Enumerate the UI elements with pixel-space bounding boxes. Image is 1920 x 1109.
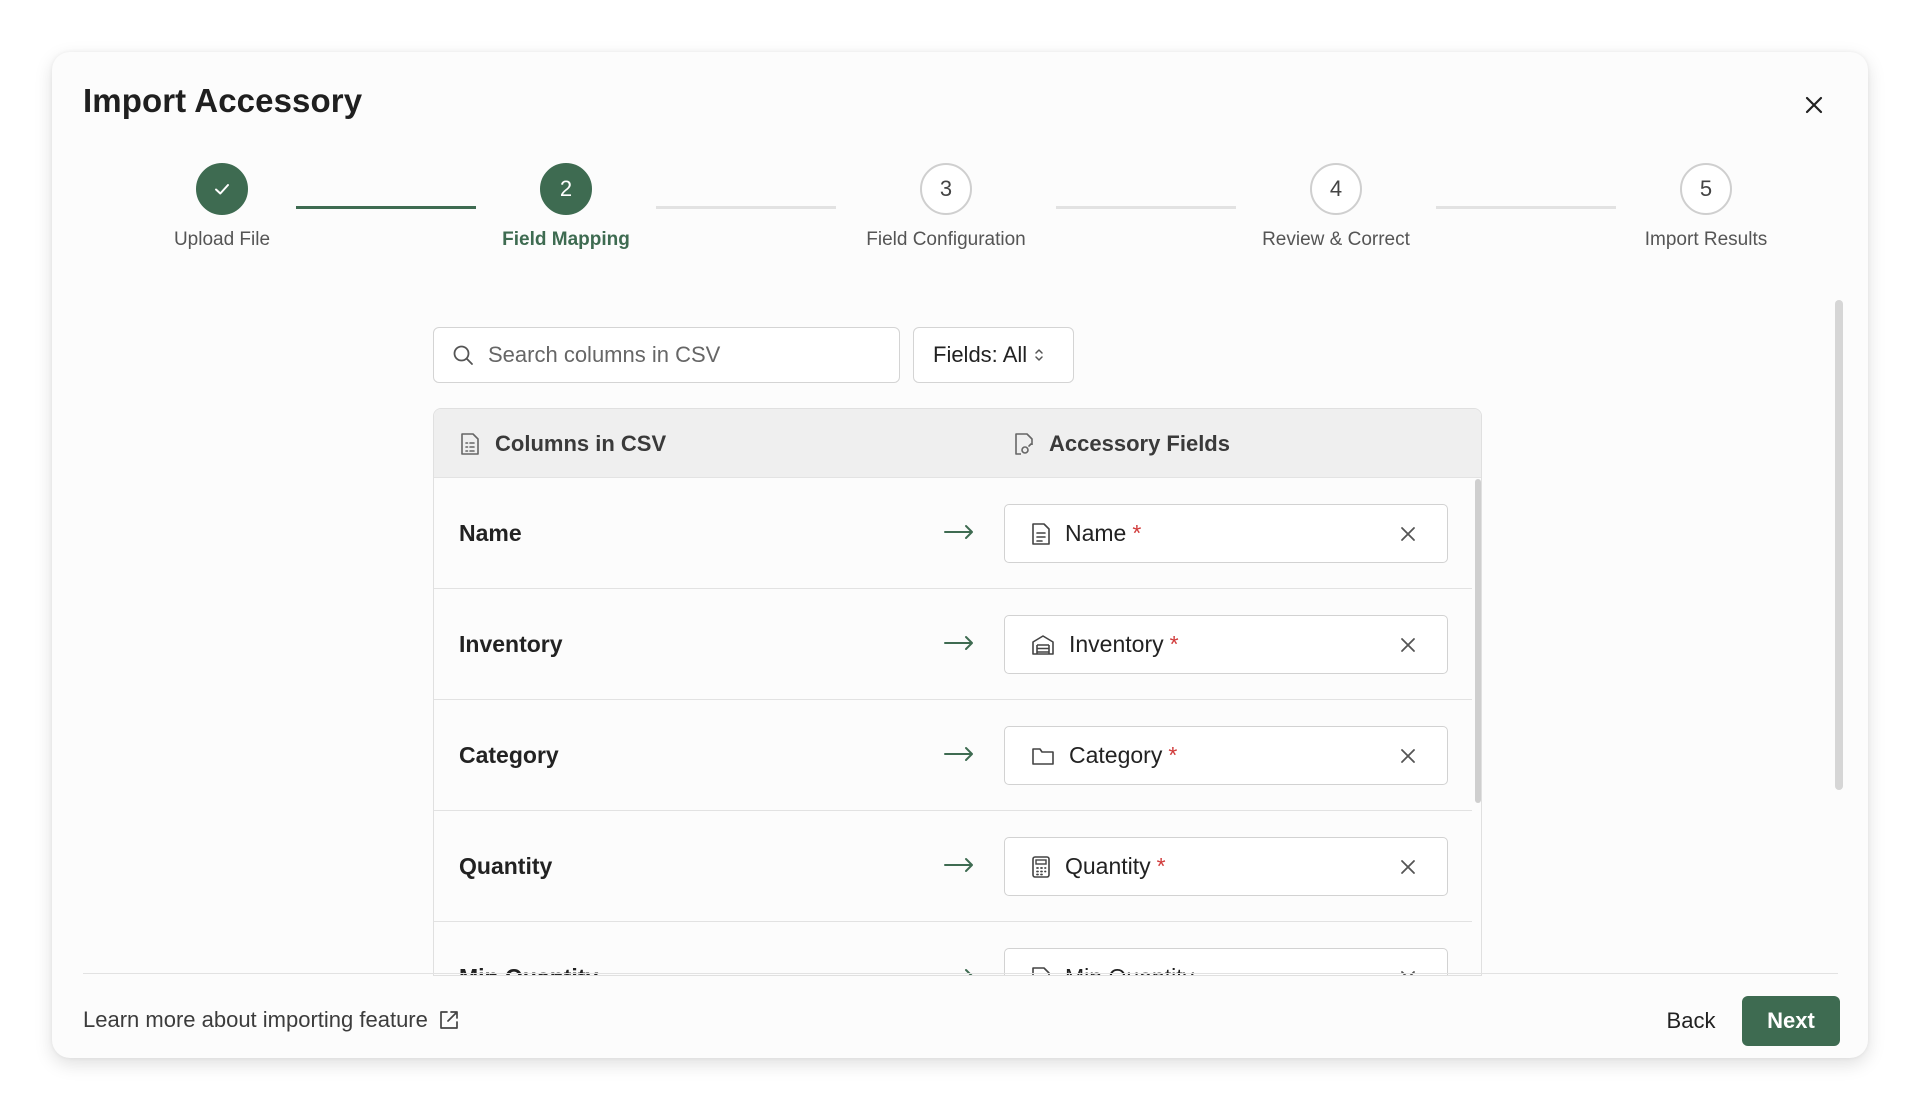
field-select-value: Inventory <box>1069 631 1164 657</box>
required-mark: * <box>1132 520 1142 546</box>
search-icon <box>453 345 473 365</box>
step-label: Field Mapping <box>502 229 630 250</box>
required-mark: * <box>1169 631 1179 657</box>
arrow-right-icon <box>945 969 973 975</box>
field-icon <box>1032 966 1050 975</box>
csv-column-name: Inventory <box>459 630 563 657</box>
step-upload-file: Upload File <box>72 163 372 251</box>
calculator-icon <box>1032 855 1050 878</box>
field-select[interactable]: Quantity * <box>1004 837 1448 896</box>
required-mark: * <box>1168 742 1178 768</box>
sort-arrows-icon <box>1035 349 1043 361</box>
search-box[interactable] <box>433 327 900 383</box>
dialog-title: Import Accessory <box>83 82 363 119</box>
document-icon <box>1032 522 1050 545</box>
csv-column-name: Name <box>459 519 522 546</box>
step-import-results: 5 Import Results <box>1556 163 1856 251</box>
field-select-value: Quantity <box>1065 853 1151 879</box>
clear-mapping-button[interactable] <box>1396 522 1420 546</box>
arrow-right-icon <box>944 747 973 761</box>
field-select-value: Name <box>1065 520 1127 546</box>
step-circle: 2 <box>540 163 592 215</box>
csv-column-name: Category <box>459 741 559 768</box>
field-select[interactable]: Name * <box>1004 504 1448 563</box>
table-scrollbar[interactable] <box>1475 479 1481 803</box>
csv-column-name: Min Quantity <box>459 922 598 976</box>
step-circle <box>196 163 248 215</box>
fields-filter-dropdown[interactable]: Fields: All <box>913 327 1074 383</box>
field-select[interactable]: Inventory * <box>1004 615 1448 674</box>
step-label: Review & Correct <box>1262 229 1410 250</box>
clear-mapping-button[interactable] <box>1396 744 1420 768</box>
close-button[interactable] <box>1799 90 1829 120</box>
step-field-configuration: 3 Field Configuration <box>796 163 1096 251</box>
required-mark: * <box>1156 853 1166 879</box>
dialog-scrollbar[interactable] <box>1835 300 1843 790</box>
table-row: Inventory Inventory * <box>434 589 1472 700</box>
step-label: Upload File <box>173 229 271 250</box>
table-row: Quantity Quantity * <box>434 811 1472 922</box>
csv-columns-header-label: Columns in CSV <box>495 430 667 456</box>
table-row: Min Quantity Min Quantity <box>434 922 1472 976</box>
field-select-value: Category <box>1069 742 1163 768</box>
field-select-value: Min Quantity <box>1065 964 1194 975</box>
close-icon <box>1805 96 1823 114</box>
table-header: Columns in CSV Accessory Fields <box>434 409 1481 478</box>
csv-columns-header: Columns in CSV <box>460 409 666 478</box>
import-dialog: Import Accessory Upload File 2 Field Map… <box>52 52 1868 1058</box>
fields-filter-label: Fields: All <box>933 342 1028 367</box>
learn-more-link[interactable]: Learn more about importing feature <box>83 1007 460 1033</box>
close-icon <box>1401 527 1415 541</box>
accessory-fields-header-label: Accessory Fields <box>1049 430 1230 456</box>
mapping-table: Columns in CSV Accessory Fields Name Nam… <box>433 408 1482 976</box>
step-label: Import Results <box>1644 229 1768 250</box>
external-link-icon <box>440 1011 458 1029</box>
arrow-right-icon <box>944 858 973 872</box>
learn-more-label: Learn more about importing feature <box>83 1007 428 1032</box>
close-icon <box>1401 860 1415 874</box>
back-button[interactable]: Back <box>1647 996 1735 1046</box>
field-select[interactable]: Min Quantity <box>1004 948 1448 975</box>
clear-mapping-button[interactable] <box>1396 966 1420 975</box>
step-field-mapping: 2 Field Mapping <box>416 163 716 251</box>
table-row: Category Category * <box>434 700 1472 811</box>
footer-divider <box>83 973 1838 974</box>
folder-icon <box>1032 747 1054 765</box>
check-icon <box>215 184 229 195</box>
step-review-correct: 4 Review & Correct <box>1186 163 1486 251</box>
field-select[interactable]: Category * <box>1004 726 1448 785</box>
step-label: Field Configuration <box>866 229 1026 250</box>
table-row: Name Name * <box>434 478 1472 589</box>
clear-mapping-button[interactable] <box>1396 633 1420 657</box>
warehouse-icon <box>1032 634 1054 655</box>
close-icon <box>1401 638 1415 652</box>
accessory-fields-header: Accessory Fields <box>1014 409 1230 478</box>
close-icon <box>1401 749 1415 763</box>
step-circle: 4 <box>1310 163 1362 215</box>
field-file-icon <box>1015 432 1033 455</box>
clear-mapping-button[interactable] <box>1396 855 1420 879</box>
arrow-right-icon <box>944 525 973 539</box>
step-circle: 3 <box>920 163 972 215</box>
search-input[interactable] <box>488 342 878 368</box>
csv-column-name: Quantity <box>459 852 553 879</box>
next-button[interactable]: Next <box>1742 996 1840 1046</box>
arrow-right-icon <box>944 636 973 650</box>
csv-file-icon <box>461 432 479 455</box>
step-circle: 5 <box>1680 163 1732 215</box>
